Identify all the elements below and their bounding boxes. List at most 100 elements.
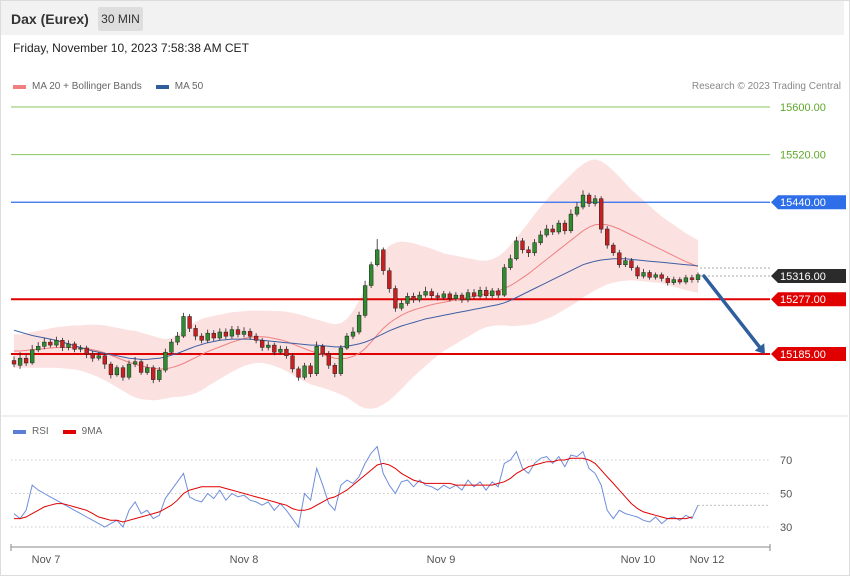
candle-body <box>54 340 59 346</box>
candle-body <box>381 249 386 271</box>
candle-body <box>17 357 23 366</box>
candle-body <box>199 335 204 341</box>
candle-body <box>350 331 356 337</box>
candle-body <box>405 296 410 304</box>
x-tick-label: Nov 12 <box>690 554 725 566</box>
candle-body <box>671 279 676 283</box>
price-label-pivot: 15277.00 <box>780 294 826 306</box>
candle-body <box>496 290 501 296</box>
candle-body <box>653 274 658 278</box>
x-axis: Nov 7 Nov 8 Nov 9 Nov 10 Nov 12 <box>10 544 771 566</box>
candle-body <box>235 329 241 335</box>
candle-body <box>502 267 507 296</box>
price-label-target: 15520.00 <box>780 150 826 162</box>
candle-body <box>393 288 398 309</box>
candle-body <box>538 234 543 243</box>
price-label-support: 15185.00 <box>780 349 826 361</box>
candle-body <box>42 341 47 347</box>
candle-body <box>223 331 229 337</box>
x-tick-label: Nov 7 <box>32 554 61 566</box>
candle-body <box>36 346 41 351</box>
rsi-tick-label: 70 <box>780 455 792 467</box>
candle-body <box>253 335 259 341</box>
candle-body <box>344 335 350 349</box>
candle-body <box>332 365 337 374</box>
candle-body <box>126 363 132 378</box>
rsi-ma9-line <box>14 457 693 523</box>
candle-body <box>526 249 531 254</box>
candle-body <box>169 341 174 353</box>
candle-body <box>211 332 216 339</box>
candle-body <box>187 316 192 329</box>
candle-body <box>399 303 404 309</box>
candle-body <box>247 331 253 337</box>
candle-body <box>302 365 307 378</box>
candle-body <box>629 260 634 268</box>
candle-body <box>90 353 95 359</box>
x-tick-label: Nov 8 <box>230 554 259 566</box>
candle-body <box>568 213 574 232</box>
candle-body <box>514 240 519 260</box>
candle-body <box>423 291 428 296</box>
candle-body <box>453 294 459 299</box>
candle-body <box>181 316 186 337</box>
candle-body <box>435 295 440 298</box>
candle-body <box>132 361 138 365</box>
candle-body <box>429 291 434 296</box>
candle-body <box>635 267 640 277</box>
candle-body <box>290 355 295 370</box>
candle-body <box>611 244 616 254</box>
price-label-last: 15316.00 <box>780 271 826 283</box>
candle-body <box>229 329 235 337</box>
candle-body <box>544 228 549 236</box>
rsi-line <box>13 445 699 529</box>
candle-body <box>580 194 586 208</box>
candle-body <box>695 274 701 280</box>
candle-body <box>441 293 446 298</box>
candle-body <box>217 331 222 339</box>
forecast-arrow-layer <box>702 274 765 354</box>
candle-body <box>326 353 331 366</box>
candle-body <box>102 355 107 365</box>
candle-body <box>362 285 368 316</box>
candle-body <box>586 194 592 204</box>
price-label-target: 15600.00 <box>780 102 826 114</box>
candle-body <box>683 277 689 283</box>
candle-body <box>623 260 628 266</box>
candle-body <box>296 368 301 378</box>
candle-body <box>459 294 465 301</box>
candle-body <box>260 340 265 348</box>
candle-body <box>175 335 180 343</box>
candle-body <box>120 367 126 378</box>
candle-body <box>465 292 471 301</box>
candle-body <box>314 346 319 374</box>
candle-body <box>689 277 695 280</box>
candle-body <box>308 365 313 374</box>
candle-body <box>23 357 29 364</box>
candle-body <box>66 343 71 348</box>
candle-body <box>84 347 89 355</box>
candle-body <box>272 344 277 353</box>
candle-body <box>411 296 416 301</box>
candle-body <box>78 347 83 350</box>
candle-body <box>647 272 652 278</box>
x-tick-label: Nov 9 <box>427 554 456 566</box>
candle-body <box>157 369 162 380</box>
candle-body <box>266 344 271 348</box>
candle-body <box>417 294 422 301</box>
candle-body <box>151 367 156 380</box>
candle-body <box>599 198 604 230</box>
candle-body <box>30 349 35 364</box>
candle-body <box>665 278 670 283</box>
x-tick-label: Nov 10 <box>621 554 656 566</box>
candle-body <box>375 249 380 265</box>
candle-body <box>659 274 664 279</box>
candle-body <box>641 272 646 277</box>
rsi-tick-label: 30 <box>780 522 792 534</box>
candle-body <box>114 367 120 376</box>
candle-body <box>205 332 210 341</box>
candle-body <box>369 264 374 286</box>
price-label-resistance: 15440.00 <box>780 197 826 209</box>
candle-body <box>520 240 525 251</box>
candle-body <box>193 328 198 337</box>
